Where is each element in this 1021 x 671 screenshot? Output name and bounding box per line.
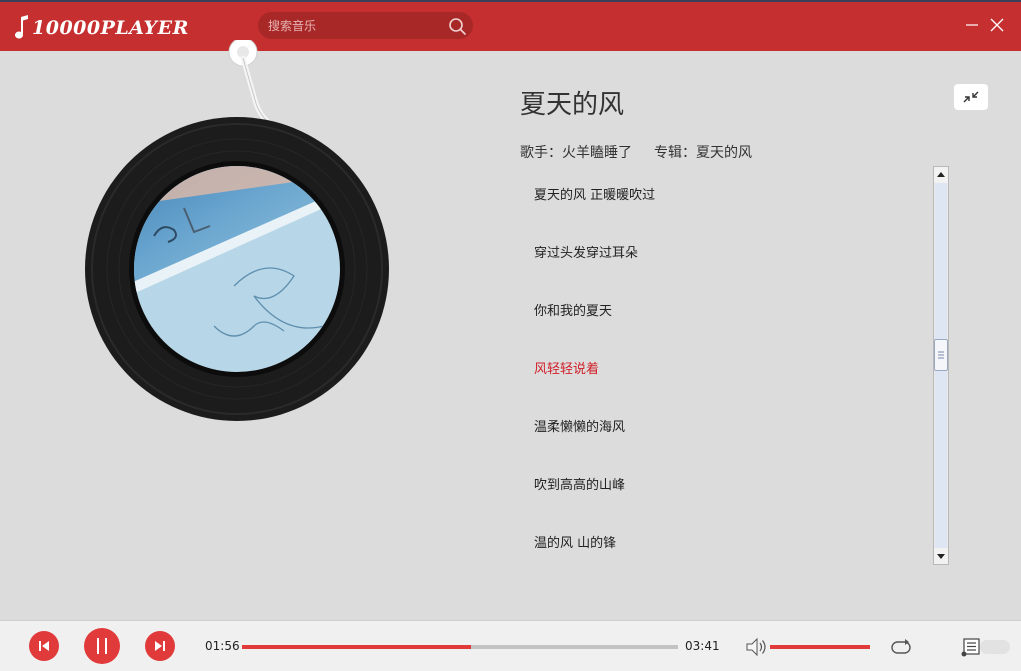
loop-icon[interactable] [889, 637, 913, 657]
scroll-up-arrow-icon [937, 172, 945, 177]
current-time: 01:56 [205, 639, 240, 653]
next-icon [155, 641, 165, 651]
artist-label: 歌手： [520, 145, 562, 161]
music-note-icon [15, 15, 28, 39]
scroll-thumb[interactable] [934, 339, 948, 371]
scroll-track-upper [935, 183, 947, 339]
search-icon[interactable] [447, 16, 467, 36]
window-top-strip [0, 0, 1021, 2]
playlist-icon[interactable] [960, 636, 982, 658]
lyric-line: 穿过头发穿过耳朵 [534, 246, 639, 261]
search-box [258, 12, 473, 39]
lyrics-scrollbar[interactable] [933, 166, 949, 565]
player-bar: 01:56 03:41 [0, 620, 1021, 671]
previous-icon [39, 641, 49, 651]
lyric-line: 你和我的夏天 [534, 304, 613, 319]
minimize-icon[interactable] [962, 15, 982, 35]
total-time: 03:41 [685, 639, 720, 653]
grip-icon [938, 351, 944, 359]
lyric-line: 温柔懒懒的海风 [534, 420, 626, 435]
scroll-down-button[interactable] [934, 548, 948, 564]
playlist-toggle[interactable] [980, 640, 1010, 654]
volume-icon[interactable] [744, 636, 768, 658]
search-input[interactable] [268, 16, 438, 35]
progress-fill [242, 645, 471, 649]
song-meta: 歌手： 火羊瞌睡了 专辑： 夏天的风 [520, 142, 774, 162]
album-label: 专辑： [654, 145, 696, 161]
app-logo: 10000PLAYER [14, 14, 189, 42]
lyric-line: 吹到高高的山峰 [534, 478, 626, 493]
volume-fill [770, 645, 870, 649]
pause-icon [97, 638, 107, 654]
lyrics-panel: 夏天的风 正暖暖吹过 穿过头发穿过耳朵 你和我的夏天 风轻轻说着温柔懒懒的海风 吹到高高… [534, 168, 924, 566]
lyric-line-current: 风轻轻说着 [534, 362, 600, 377]
scroll-up-button[interactable] [934, 167, 948, 183]
album-name[interactable]: 夏天的风 [696, 142, 752, 162]
scroll-down-arrow-icon [937, 554, 945, 559]
lyric-line: 温的风 山的锋 [534, 536, 617, 551]
collapse-icon[interactable] [954, 84, 988, 110]
lyric-line: 夏天的风 正暖暖吹过 [534, 188, 656, 203]
song-title: 夏天的风 [520, 90, 625, 120]
scroll-track-lower [935, 371, 947, 548]
vinyl-record [85, 117, 389, 421]
pause-button[interactable] [84, 628, 120, 664]
artist-name[interactable]: 火羊瞌睡了 [562, 142, 632, 162]
close-icon[interactable] [987, 15, 1007, 35]
title-bar: 10000PLAYER [0, 0, 1021, 51]
volume-slider[interactable] [770, 645, 870, 649]
app-logo-text: 10000PLAYER [32, 17, 189, 39]
next-button[interactable] [145, 631, 175, 661]
previous-button[interactable] [29, 631, 59, 661]
progress-bar[interactable] [242, 645, 678, 649]
